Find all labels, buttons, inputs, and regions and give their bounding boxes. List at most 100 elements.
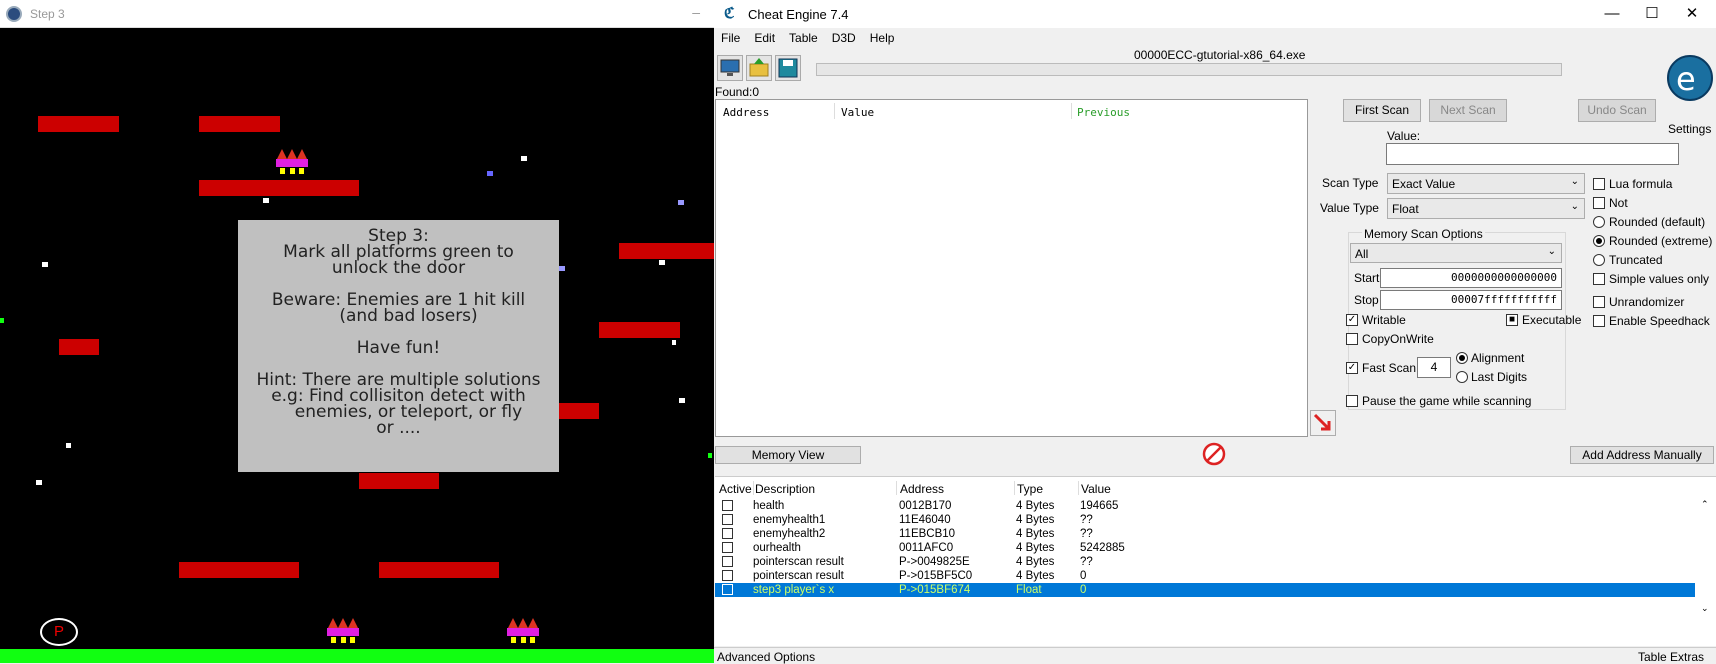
results-header-previous[interactable]: Previous xyxy=(1077,106,1130,119)
memory-view-button[interactable]: Memory View xyxy=(715,446,861,464)
row-type: Float xyxy=(1016,584,1042,596)
arrow-down-right-icon xyxy=(1313,413,1331,431)
table-row[interactable]: health 0012B170 4 Bytes 194665 xyxy=(715,499,1695,513)
start-address-input[interactable]: 0000000000000000 xyxy=(1380,268,1562,288)
col-type[interactable]: Type xyxy=(1017,482,1043,496)
unrandomizer-checkbox[interactable] xyxy=(1593,296,1605,308)
close-button[interactable]: ✕ xyxy=(1672,3,1712,25)
chevron-up-icon[interactable]: ⌃ xyxy=(1701,499,1709,510)
next-scan-button[interactable]: Next Scan xyxy=(1429,99,1507,122)
chevron-down-icon[interactable]: ⌄ xyxy=(1701,603,1709,614)
active-checkbox[interactable] xyxy=(722,500,733,511)
projectile xyxy=(708,453,712,458)
projectile xyxy=(521,156,527,161)
row-address: P->0049825E xyxy=(899,556,970,568)
lua-formula-label: Lua formula xyxy=(1609,177,1673,191)
table-row[interactable]: ourhealth 0011AFC0 4 Bytes 5242885 xyxy=(715,541,1695,555)
results-header-value[interactable]: Value xyxy=(841,106,874,119)
cheat-engine-big-logo-icon[interactable]: e xyxy=(1666,50,1714,120)
fast-scan-input[interactable]: 4 xyxy=(1417,357,1451,378)
menu-help[interactable]: Help xyxy=(863,28,902,48)
add-to-list-button[interactable] xyxy=(1310,410,1336,436)
minimize-icon[interactable]: – xyxy=(692,4,700,20)
active-checkbox[interactable] xyxy=(722,570,733,581)
cheat-engine-window: ℭ Cheat Engine 7.4 — ☐ ✕ File Edit Table… xyxy=(714,0,1716,664)
value-input[interactable] xyxy=(1386,143,1679,165)
stop-icon[interactable] xyxy=(1202,442,1226,466)
copy-on-write-checkbox[interactable] xyxy=(1346,333,1358,345)
fast-scan-checkbox[interactable]: ✓ xyxy=(1346,362,1358,374)
active-checkbox[interactable] xyxy=(722,528,733,539)
table-row[interactable]: enemyhealth1 11E46040 4 Bytes ?? xyxy=(715,513,1695,527)
open-file-button[interactable] xyxy=(746,55,772,81)
open-process-button[interactable] xyxy=(717,55,743,81)
menu-file[interactable]: File xyxy=(714,28,747,48)
table-row-selected[interactable]: step3 player`s x P->015BF674 Float 0 xyxy=(715,583,1695,597)
col-description[interactable]: Description xyxy=(755,482,815,496)
table-row[interactable]: pointerscan result P->015BF5C0 4 Bytes 0 xyxy=(715,569,1695,583)
stop-address-input[interactable]: 00007fffffffffff xyxy=(1380,290,1562,310)
col-address[interactable]: Address xyxy=(900,482,944,496)
process-name: 00000ECC-gtutorial-x86_64.exe xyxy=(1134,48,1306,62)
menu-edit[interactable]: Edit xyxy=(747,28,782,48)
address-table[interactable]: Active Description Address Type Value he… xyxy=(715,476,1716,646)
value-type-dropdown[interactable]: Float ⌄ xyxy=(1387,198,1585,219)
settings-link[interactable]: Settings xyxy=(1668,122,1711,136)
results-header-address[interactable]: Address xyxy=(723,106,769,119)
computer-icon xyxy=(720,59,740,76)
row-address: P->015BF674 xyxy=(899,584,971,596)
speedhack-checkbox[interactable] xyxy=(1593,315,1605,327)
menu-d3d[interactable]: D3D xyxy=(825,28,863,48)
scan-type-value: Exact Value xyxy=(1392,177,1456,191)
row-type: 4 Bytes xyxy=(1016,514,1055,526)
projectile xyxy=(487,171,493,176)
add-address-manually-button[interactable]: Add Address Manually xyxy=(1570,446,1714,464)
game-canvas[interactable]: Step 3: Mark all platforms green to unlo… xyxy=(0,28,714,663)
value-label: Value: xyxy=(1387,129,1421,143)
active-checkbox[interactable] xyxy=(722,556,733,567)
projectile xyxy=(263,198,269,203)
undo-scan-button[interactable]: Undo Scan xyxy=(1578,99,1656,122)
table-extras-link[interactable]: Table Extras xyxy=(1638,650,1704,664)
memory-region-dropdown[interactable]: All ⌄ xyxy=(1350,243,1562,263)
active-checkbox[interactable] xyxy=(722,584,733,595)
row-value: 0 xyxy=(1080,584,1087,596)
executable-checkbox[interactable]: ■ xyxy=(1506,314,1518,326)
active-checkbox[interactable] xyxy=(722,542,733,553)
scan-results-list[interactable]: Address Value Previous xyxy=(715,99,1308,437)
maximize-button[interactable]: ☐ xyxy=(1632,3,1672,25)
truncated-radio[interactable] xyxy=(1593,254,1605,266)
advanced-options-link[interactable]: Advanced Options xyxy=(717,650,815,664)
message-line: (and bad losers) xyxy=(339,306,478,326)
table-scrollbar[interactable]: ⌃ ⌄ xyxy=(1699,499,1713,619)
rounded-extreme-radio[interactable] xyxy=(1593,235,1605,247)
pause-game-checkbox[interactable] xyxy=(1346,395,1358,407)
table-row[interactable]: pointerscan result P->0049825E 4 Bytes ?… xyxy=(715,555,1695,569)
row-description: pointerscan result xyxy=(753,556,844,568)
minimize-button[interactable]: — xyxy=(1592,3,1632,25)
alignment-radio[interactable] xyxy=(1456,352,1468,364)
simple-values-checkbox[interactable] xyxy=(1593,273,1605,285)
menu-bar: File Edit Table D3D Help xyxy=(714,28,901,48)
menu-table[interactable]: Table xyxy=(782,28,825,48)
col-value[interactable]: Value xyxy=(1081,482,1111,496)
lua-formula-checkbox[interactable] xyxy=(1593,178,1605,190)
projectile xyxy=(559,266,565,271)
table-row[interactable]: enemyhealth2 11EBCB10 4 Bytes ?? xyxy=(715,527,1695,541)
ce-window-title: Cheat Engine 7.4 xyxy=(748,6,849,22)
alignment-label: Alignment xyxy=(1471,351,1525,365)
scan-type-dropdown[interactable]: Exact Value ⌄ xyxy=(1387,173,1585,194)
row-description: pointerscan result xyxy=(753,570,844,582)
executable-label: Executable xyxy=(1522,313,1582,327)
last-digits-radio[interactable] xyxy=(1456,371,1468,383)
col-active[interactable]: Active xyxy=(719,482,752,496)
first-scan-button[interactable]: First Scan xyxy=(1343,99,1421,122)
rounded-default-radio[interactable] xyxy=(1593,216,1605,228)
not-checkbox[interactable] xyxy=(1593,197,1605,209)
active-checkbox[interactable] xyxy=(722,514,733,525)
save-button[interactable] xyxy=(775,55,801,81)
rounded-default-label: Rounded (default) xyxy=(1609,215,1706,229)
writable-checkbox[interactable]: ✓ xyxy=(1346,314,1358,326)
projectile xyxy=(678,200,684,205)
projectile xyxy=(659,260,665,265)
